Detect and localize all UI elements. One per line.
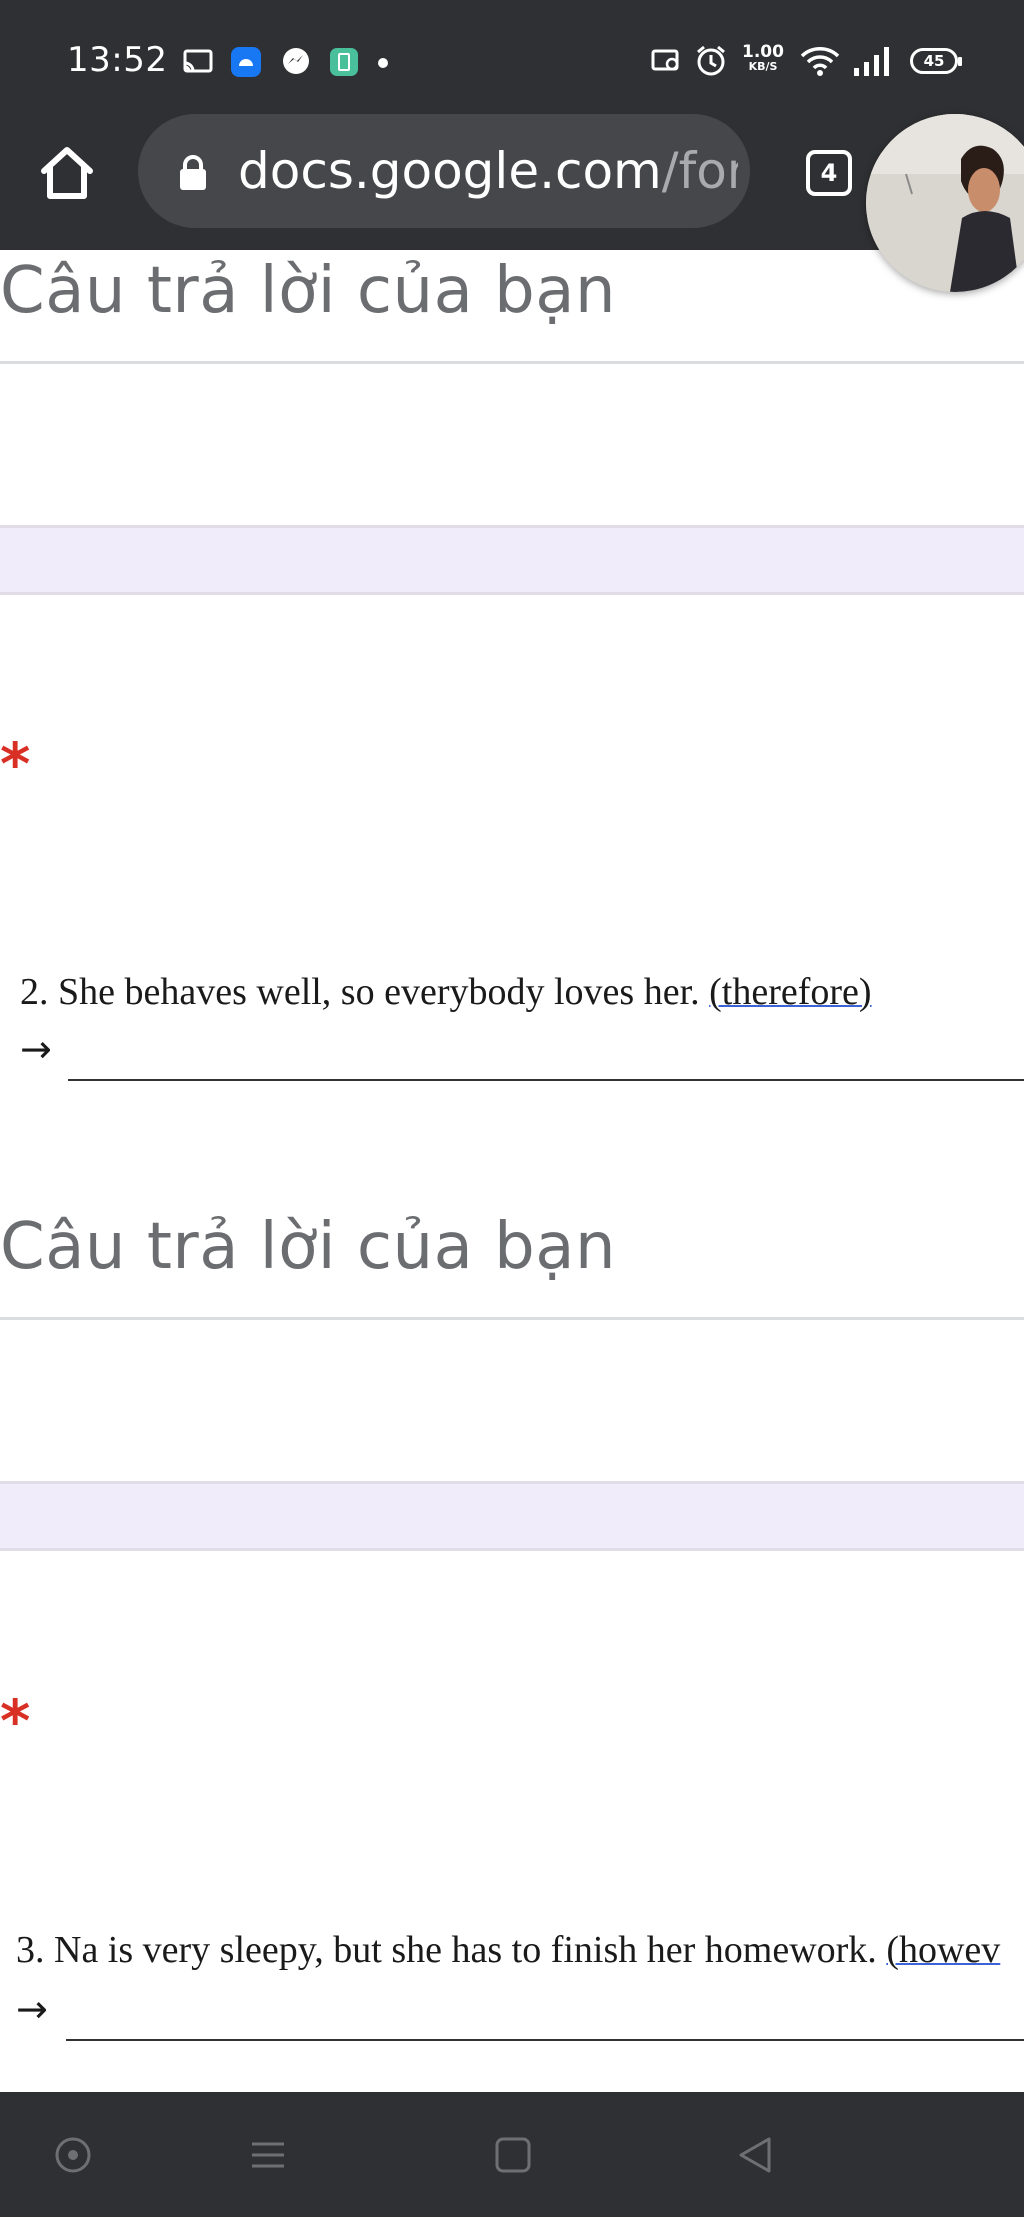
lock-icon — [180, 155, 206, 190]
home-icon — [41, 147, 93, 199]
back-triangle-icon — [739, 2137, 771, 2173]
battery-indicator: 45 — [910, 48, 962, 74]
question-image-text: 2. She behaves well, so everybody loves … — [20, 971, 872, 1013]
status-time: 13:52 — [67, 40, 168, 80]
menu-button[interactable] — [243, 2130, 293, 2180]
url-text[interactable]: docs.google.com/for — [238, 114, 738, 228]
assistant-icon — [55, 2137, 91, 2173]
assistant-button[interactable] — [48, 2130, 98, 2180]
wifi-icon — [800, 47, 840, 76]
answer-input-underline — [0, 361, 1024, 364]
answer-input-underline — [0, 1317, 1024, 1320]
answer-input-placeholder[interactable]: Câu trả lời của bạn — [0, 1210, 616, 1284]
home-nav-button[interactable] — [488, 2130, 538, 2180]
answer-input-placeholder[interactable]: Câu trả lời của bạn — [0, 254, 616, 328]
more-notifications-dot — [378, 58, 388, 68]
home-button[interactable] — [36, 142, 98, 204]
network-speed: 1.00 KB/S — [742, 42, 784, 73]
cast-mode-icon — [651, 49, 679, 71]
question-blank-line — [68, 1079, 1024, 1081]
tab-switcher-button[interactable]: 4 — [806, 150, 852, 196]
messenger-icon — [283, 48, 309, 74]
question-blank-line — [66, 2039, 1024, 2041]
navigation-bar — [0, 2092, 1024, 2217]
question-separator — [0, 1481, 1024, 1551]
status-bar: 13:52 1.00 KB/S 45 — [0, 0, 1024, 110]
question-separator — [0, 525, 1024, 595]
alarm-icon — [697, 45, 725, 76]
form-content: Câu trả lời của bạn * 2. She behaves wel… — [0, 250, 1024, 2092]
required-marker: * — [0, 1687, 31, 1755]
arrow-icon: → — [16, 1987, 48, 2031]
notes-app-icon — [330, 48, 358, 76]
arrow-icon: → — [20, 1027, 52, 1071]
back-button[interactable] — [730, 2130, 780, 2180]
menu-icon — [252, 2142, 284, 2168]
question-image-text: 3. Na is very sleepy, but she has to fin… — [16, 1929, 1001, 1971]
cast-icon — [183, 49, 213, 73]
required-marker: * — [0, 730, 31, 798]
square-home-icon — [495, 2137, 531, 2173]
url-bar[interactable]: docs.google.com/for — [138, 114, 750, 228]
app-icon — [231, 47, 261, 77]
signal-icon — [854, 47, 889, 76]
